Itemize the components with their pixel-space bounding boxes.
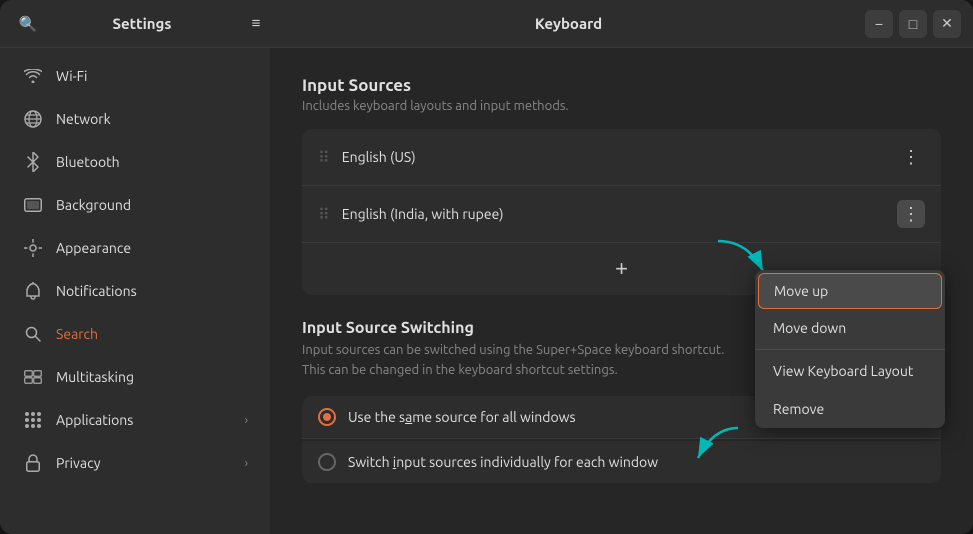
sidebar-item-search[interactable]: Search — [6, 313, 264, 355]
same-source-radio[interactable] — [318, 408, 336, 426]
english-us-more-button[interactable]: ⋮ — [897, 143, 925, 171]
drag-handle-icon[interactable]: ⠿ — [318, 148, 330, 167]
english-india-more-button[interactable]: ⋮ — [897, 200, 925, 228]
search-button[interactable]: 🔍 — [12, 8, 44, 40]
menu-button[interactable]: ≡ — [240, 8, 272, 40]
sidebar: Wi-Fi Network — [0, 48, 270, 534]
titlebar-left: 🔍 Settings ≡ — [12, 8, 272, 40]
sidebar-item-bluetooth[interactable]: Bluetooth — [6, 141, 264, 183]
english-india-row: ⠿ English (India, with rupee) ⋮ — [302, 186, 941, 243]
context-move-up[interactable]: Move up — [758, 273, 942, 309]
sidebar-item-wifi[interactable]: Wi-Fi — [6, 55, 264, 97]
maximize-icon: □ — [909, 16, 917, 32]
maximize-button[interactable]: □ — [899, 10, 927, 38]
sidebar-item-label: Multitasking — [56, 369, 248, 385]
individual-source-label: Switch input sources individually for ea… — [348, 454, 658, 470]
notifications-icon — [22, 280, 44, 302]
minimize-button[interactable]: − — [865, 10, 893, 38]
english-india-label: English (India, with rupee) — [342, 206, 897, 222]
search-icon: 🔍 — [19, 15, 38, 33]
window-controls: − □ ✕ — [865, 10, 961, 38]
privacy-chevron-icon: › — [245, 457, 248, 470]
same-source-label: Use the same source for all windows — [348, 409, 576, 425]
context-menu: Move up Move down View Keyboard Layout R… — [755, 270, 945, 428]
sidebar-title: Settings — [52, 15, 232, 32]
sidebar-item-label: Notifications — [56, 283, 248, 299]
sidebar-item-network[interactable]: Network — [6, 98, 264, 140]
sidebar-item-label: Bluetooth — [56, 154, 248, 170]
individual-source-row[interactable]: Switch input sources individually for ea… — [302, 441, 941, 483]
context-move-down[interactable]: Move down — [755, 309, 945, 347]
appearance-icon — [22, 237, 44, 259]
app-window: 🔍 Settings ≡ Keyboard − □ ✕ — [0, 0, 973, 534]
sidebar-item-label: Appearance — [56, 240, 248, 256]
main-layout: Wi-Fi Network — [0, 48, 973, 534]
sidebar-item-multitasking[interactable]: Multitasking — [6, 356, 264, 398]
bluetooth-icon — [22, 151, 44, 173]
menu-icon: ≡ — [252, 15, 261, 32]
content-area: Input Sources Includes keyboard layouts … — [270, 48, 973, 534]
sidebar-item-label: Network — [56, 111, 248, 127]
context-divider — [755, 349, 945, 350]
context-remove[interactable]: Remove — [755, 390, 945, 428]
sidebar-item-label: Privacy — [56, 455, 233, 471]
network-icon — [22, 108, 44, 130]
sidebar-item-background[interactable]: Background — [6, 184, 264, 226]
window-title: Keyboard — [272, 15, 865, 32]
sidebar-item-label: Applications — [56, 412, 233, 428]
context-view-keyboard-layout[interactable]: View Keyboard Layout — [755, 352, 945, 390]
titlebar: 🔍 Settings ≡ Keyboard − □ ✕ — [0, 0, 973, 48]
multitasking-icon — [22, 366, 44, 388]
sidebar-item-label: Search — [56, 326, 248, 342]
privacy-icon — [22, 452, 44, 474]
sidebar-item-label: Wi-Fi — [56, 68, 248, 84]
sidebar-item-notifications[interactable]: Notifications — [6, 270, 264, 312]
english-us-label: English (US) — [342, 149, 897, 165]
input-sources-title: Input Sources — [302, 76, 941, 95]
close-button[interactable]: ✕ — [933, 10, 961, 38]
minimize-icon: − — [875, 16, 883, 32]
input-sources-subtitle: Includes keyboard layouts and input meth… — [302, 99, 941, 113]
sidebar-item-appearance[interactable]: Appearance — [6, 227, 264, 269]
sidebar-item-privacy[interactable]: Privacy › — [6, 442, 264, 484]
wifi-icon — [22, 65, 44, 87]
background-icon — [22, 194, 44, 216]
applications-chevron-icon: › — [245, 414, 248, 427]
search-nav-icon — [22, 323, 44, 345]
english-us-row: ⠿ English (US) ⋮ — [302, 129, 941, 186]
drag-handle-india-icon[interactable]: ⠿ — [318, 205, 330, 224]
applications-icon — [22, 409, 44, 431]
sidebar-item-label: Background — [56, 197, 248, 213]
sidebar-item-applications[interactable]: Applications › — [6, 399, 264, 441]
add-input-button[interactable]: + — [606, 253, 638, 285]
individual-source-radio[interactable] — [318, 453, 336, 471]
close-icon: ✕ — [941, 15, 953, 32]
